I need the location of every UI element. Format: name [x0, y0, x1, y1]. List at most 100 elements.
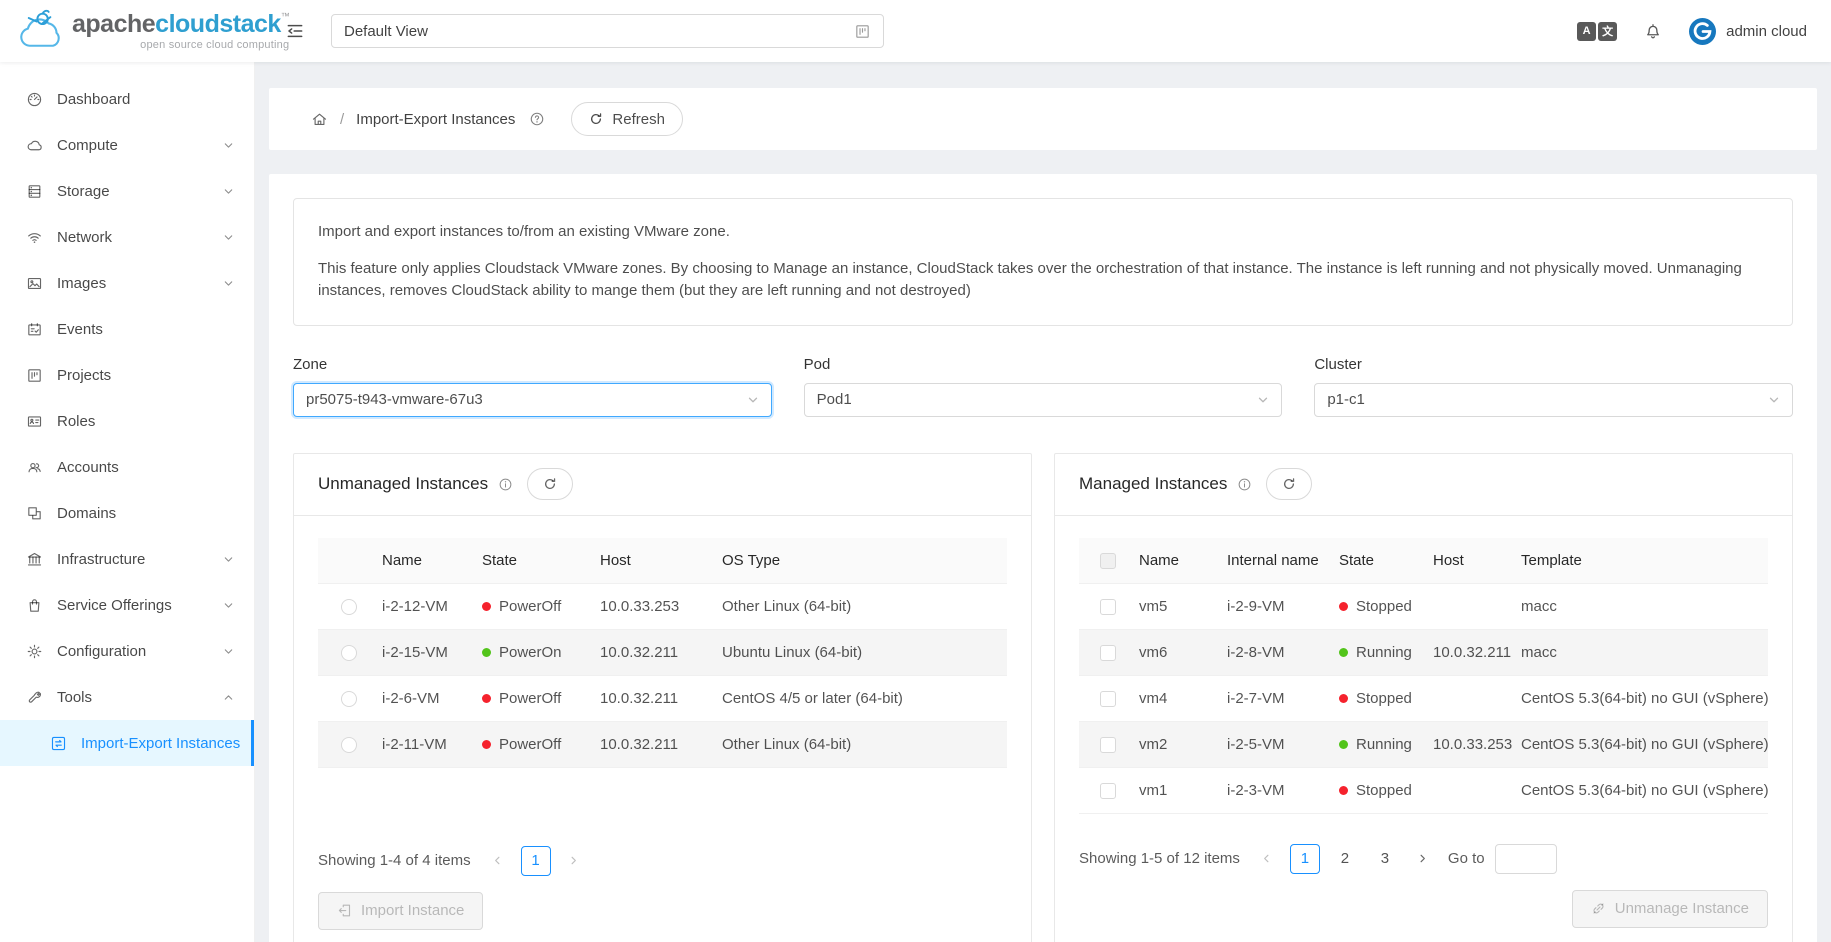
- select-all-checkbox[interactable]: [1100, 553, 1116, 569]
- sidebar-item-network[interactable]: Network: [0, 214, 254, 260]
- top-bar: apachecloudstack™ open source cloud comp…: [0, 0, 1831, 62]
- reload-icon: [543, 477, 557, 491]
- unmanaged-refresh-button[interactable]: [527, 468, 573, 500]
- table-row[interactable]: i-2-15-VM PowerOn 10.0.32.211 Ubuntu Lin…: [318, 629, 1007, 675]
- row-checkbox[interactable]: [1100, 737, 1116, 753]
- cell-host: [1425, 675, 1513, 721]
- row-checkbox[interactable]: [1100, 645, 1116, 661]
- table-row[interactable]: vm6 i-2-8-VM Running 10.0.32.211 macc: [1079, 629, 1768, 675]
- row-checkbox[interactable]: [1100, 783, 1116, 799]
- table-row[interactable]: vm4 i-2-7-VM Stopped CentOS 5.3(64-bit) …: [1079, 675, 1768, 721]
- row-radio[interactable]: [341, 599, 357, 615]
- managed-pagination: Showing 1-5 of 12 items 1 2 3 Go to: [1079, 844, 1768, 874]
- sidebar-item-roles[interactable]: Roles: [0, 398, 254, 444]
- cell-state: Running: [1331, 629, 1425, 675]
- table-row[interactable]: i-2-11-VM PowerOff 10.0.32.211 Other Lin…: [318, 721, 1007, 767]
- info-circle-icon[interactable]: [1237, 477, 1252, 492]
- next-page-button[interactable]: [561, 847, 587, 875]
- column-header-name: Name: [1131, 538, 1219, 584]
- sidebar-item-events[interactable]: Events: [0, 306, 254, 352]
- cell-internal-name: i-2-5-VM: [1219, 721, 1331, 767]
- row-radio[interactable]: [341, 691, 357, 707]
- cell-name: i-2-11-VM: [374, 721, 474, 767]
- sidebar-item-tools[interactable]: Tools: [0, 674, 254, 720]
- managed-refresh-button[interactable]: [1266, 468, 1312, 500]
- sidebar-item-label: Tools: [57, 689, 209, 706]
- info-circle-icon[interactable]: [498, 477, 513, 492]
- page-button-1[interactable]: 1: [1290, 844, 1320, 874]
- zone-select[interactable]: pr5075-t943-vmware-67u3: [293, 383, 772, 417]
- cell-template: CentOS 5.3(64-bit) no GUI (vSphere): [1513, 675, 1768, 721]
- import-export-card: Import and export instances to/from an e…: [269, 174, 1817, 942]
- refresh-label: Refresh: [612, 111, 665, 128]
- page-button-3[interactable]: 3: [1370, 844, 1400, 874]
- cluster-field: Cluster p1-c1: [1314, 356, 1793, 417]
- project-icon: [26, 367, 43, 384]
- sidebar-item-dashboard[interactable]: Dashboard: [0, 76, 254, 122]
- state-dot: [1339, 786, 1348, 795]
- sidebar-item-infrastructure[interactable]: Infrastructure: [0, 536, 254, 582]
- table-row[interactable]: vm2 i-2-5-VM Running 10.0.33.253 CentOS …: [1079, 721, 1768, 767]
- calendar-icon: [26, 321, 43, 338]
- state-dot: [482, 740, 491, 749]
- sidebar-item-storage[interactable]: Storage: [0, 168, 254, 214]
- row-radio[interactable]: [341, 645, 357, 661]
- view-selector-input[interactable]: Default View: [331, 14, 884, 48]
- sidebar-item-projects[interactable]: Projects: [0, 352, 254, 398]
- sidebar-item-accounts[interactable]: Accounts: [0, 444, 254, 490]
- import-instance-button[interactable]: Import Instance: [318, 892, 483, 930]
- next-page-button[interactable]: [1410, 845, 1436, 873]
- user-menu[interactable]: admin cloud: [1689, 18, 1807, 45]
- row-checkbox[interactable]: [1100, 691, 1116, 707]
- cluster-label: Cluster: [1314, 356, 1793, 373]
- cell-host: 10.0.32.211: [592, 675, 714, 721]
- table-header-row: Name State Host OS Type: [318, 538, 1007, 584]
- sidebar-item-configuration[interactable]: Configuration: [0, 628, 254, 674]
- sidebar-item-service-offerings[interactable]: Service Offerings: [0, 582, 254, 628]
- interaction-icon: [50, 735, 67, 752]
- table-row[interactable]: i-2-6-VM PowerOff 10.0.32.211 CentOS 4/5…: [318, 675, 1007, 721]
- menu-fold-icon[interactable]: [285, 21, 305, 41]
- page-button-1[interactable]: 1: [521, 846, 551, 876]
- prev-page-button[interactable]: [485, 847, 511, 875]
- sidebar-item-import-export-instances[interactable]: Import-Export Instances: [0, 720, 254, 766]
- question-circle-icon[interactable]: [529, 111, 545, 127]
- cluster-select[interactable]: p1-c1: [1314, 383, 1793, 417]
- column-header-internal-name: Internal name: [1219, 538, 1331, 584]
- unmanage-instance-button[interactable]: Unmanage Instance: [1572, 890, 1768, 928]
- cell-internal-name: i-2-3-VM: [1219, 767, 1331, 813]
- unmanaged-panel-title: Unmanaged Instances: [318, 474, 488, 494]
- cell-os-type: Ubuntu Linux (64-bit): [714, 629, 1007, 675]
- sidebar-item-compute[interactable]: Compute: [0, 122, 254, 168]
- sidebar-item-domains[interactable]: Domains: [0, 490, 254, 536]
- pod-label: Pod: [804, 356, 1283, 373]
- page-button-2[interactable]: 2: [1330, 844, 1360, 874]
- column-header-os-type: OS Type: [714, 538, 1007, 584]
- cell-state: Stopped: [1331, 767, 1425, 813]
- row-radio[interactable]: [341, 737, 357, 753]
- sidebar-item-label: Import-Export Instances: [81, 735, 240, 752]
- translate-icon[interactable]: A 文: [1577, 22, 1617, 41]
- row-checkbox[interactable]: [1100, 599, 1116, 615]
- sidebar-item-images[interactable]: Images: [0, 260, 254, 306]
- selection-column-header: [318, 538, 374, 584]
- pod-field: Pod Pod1: [804, 356, 1283, 417]
- table-row[interactable]: i-2-12-VM PowerOff 10.0.33.253 Other Lin…: [318, 583, 1007, 629]
- goto-page-input[interactable]: [1495, 844, 1557, 874]
- cluster-select-value: p1-c1: [1327, 391, 1768, 408]
- sidebar-item-label: Events: [57, 321, 238, 338]
- prev-page-button[interactable]: [1254, 845, 1280, 873]
- state-dot: [482, 648, 491, 657]
- table-row[interactable]: vm5 i-2-9-VM Stopped macc: [1079, 583, 1768, 629]
- chevron-up-icon: [223, 692, 234, 703]
- cell-name: i-2-12-VM: [374, 583, 474, 629]
- table-row[interactable]: vm1 i-2-3-VM Stopped CentOS 5.3(64-bit) …: [1079, 767, 1768, 813]
- pagination-summary: Showing 1-4 of 4 items: [318, 852, 471, 869]
- refresh-button[interactable]: Refresh: [571, 102, 683, 136]
- sidebar-item-label: Domains: [57, 505, 238, 522]
- bell-icon[interactable]: [1643, 21, 1663, 41]
- home-icon[interactable]: [311, 111, 328, 128]
- pod-select[interactable]: Pod1: [804, 383, 1283, 417]
- managed-panel-title: Managed Instances: [1079, 474, 1227, 494]
- sidebar-item-label: Projects: [57, 367, 238, 384]
